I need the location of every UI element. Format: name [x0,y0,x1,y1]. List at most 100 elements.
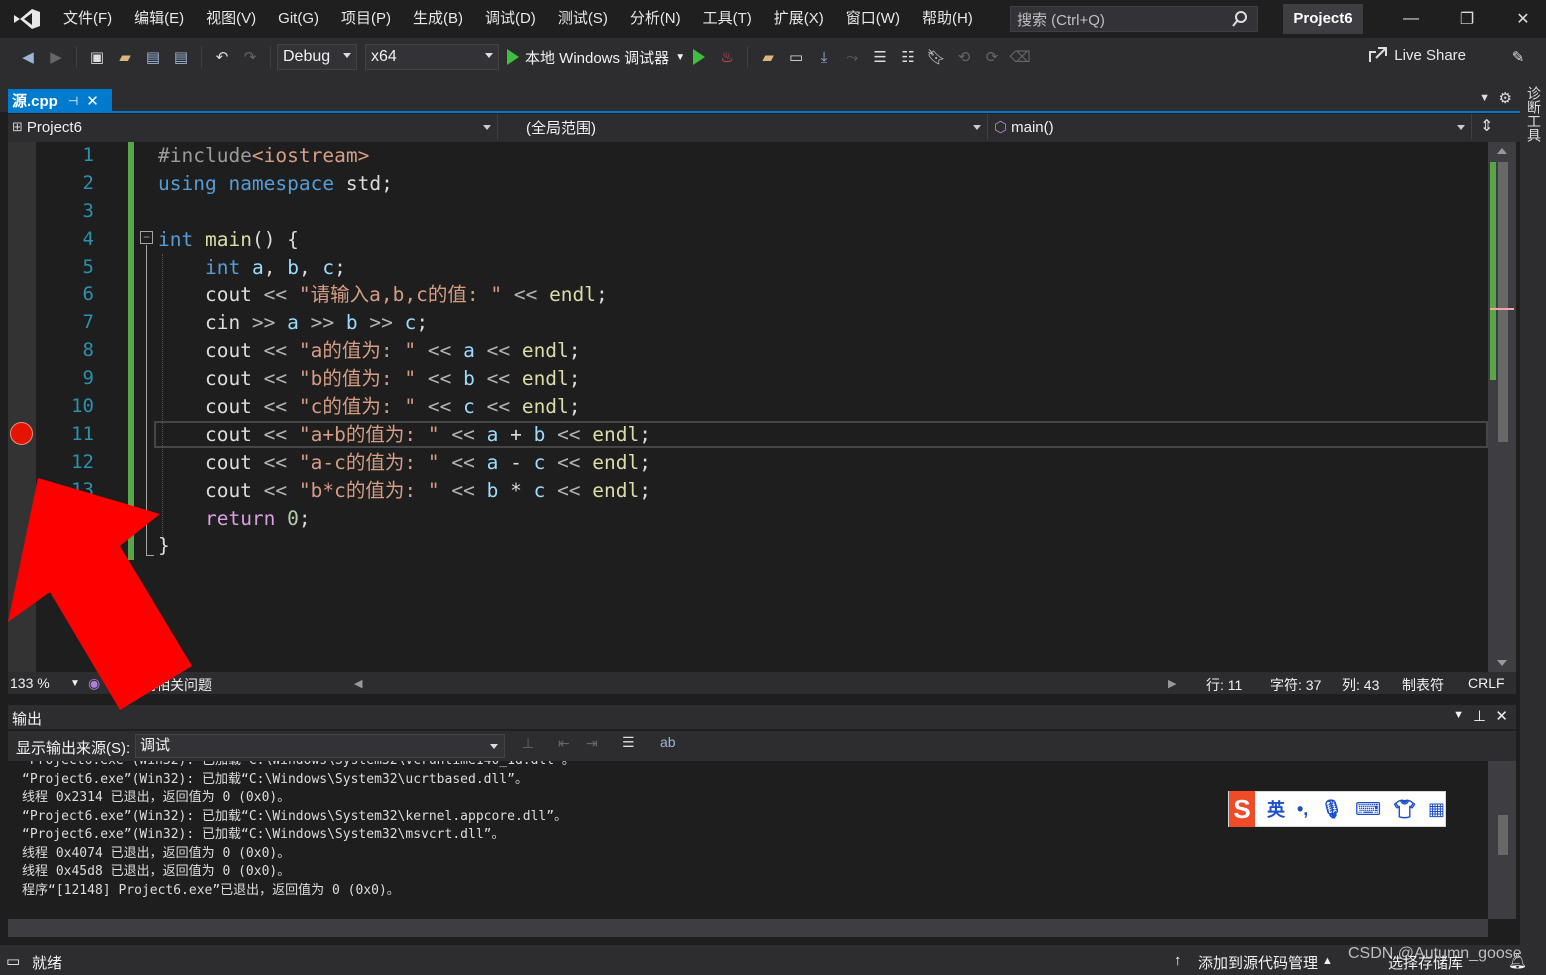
step-over-icon[interactable]: ⤳ [840,45,864,69]
menu-edit[interactable]: 编辑(E) [123,0,195,38]
menu-debug[interactable]: 调试(D) [474,0,547,38]
code-line[interactable]: cout << "请输入a,b,c的值: " << endl; [158,281,1488,309]
hot-reload-icon[interactable]: ♨ [715,45,739,69]
code-line[interactable]: cout << "b的值为: " << b << endl; [158,365,1488,393]
navigate-forward-icon[interactable]: ▶ [44,45,68,69]
scroll-down-icon[interactable] [1497,660,1507,666]
document-tab[interactable]: 源.cpp ⊣ ✕ [8,89,112,112]
eol-indicator[interactable]: CRLF [1468,675,1505,691]
skin-icon[interactable]: 👕︎ [1393,799,1416,820]
menu-build[interactable]: 生成(B) [402,0,474,38]
project-nav-select[interactable]: ⊞ Project6 [8,114,498,140]
panel-options-icon[interactable]: ▼ [1453,709,1464,721]
microphone-icon[interactable]: 🎙︎ [1320,799,1343,820]
restore-button[interactable]: ❐ [1442,0,1492,38]
code-line[interactable]: } [158,532,1488,560]
next-message-icon[interactable]: ⇥ [586,735,598,752]
code-editor[interactable]: 1 2 3 4 5 6 7 8 9 10 11 12 13 14 15 − #i… [8,142,1516,672]
editor-vertical-scrollbar[interactable] [1488,142,1516,672]
start-debugging-button[interactable]: 本地 Windows 调试器 ▼ [507,47,685,68]
save-icon[interactable]: ▤ [141,45,165,69]
menu-view[interactable]: 视图(V) [195,0,267,38]
col-indicator[interactable]: 列: 43 [1342,675,1379,695]
line-indicator[interactable]: 行: 11 [1206,675,1242,695]
output-horizontal-scrollbar[interactable] [8,919,1488,937]
toolbox-icon[interactable]: ▦ [1428,799,1445,820]
close-window-button[interactable]: ✕ [1498,0,1546,38]
member-nav-select[interactable]: ⬡ main() [988,114,1472,140]
tab-mode-indicator[interactable]: 制表符 [1402,675,1444,695]
browse-folder-icon[interactable]: ▰ [756,45,780,69]
start-without-debugging-icon[interactable] [693,49,706,65]
live-share-button[interactable]: Live Share [1368,46,1466,64]
close-panel-icon[interactable]: ✕ [1495,707,1508,725]
menu-extensions[interactable]: 扩展(X) [763,0,835,38]
close-tab-icon[interactable]: ✕ [86,92,99,110]
save-all-icon[interactable]: ▤ [169,45,193,69]
code-line[interactable]: cout << "a+b的值为: " << a + b << endl; [158,421,1488,449]
next-bookmark-icon[interactable]: ⟳ [980,45,1004,69]
ime-toolbar[interactable]: S 英 •, 🎙︎ ⌨ 👕︎ ▦ [1228,791,1446,827]
code-text[interactable]: #include<iostream> using namespace std; i… [158,142,1488,560]
word-wrap-icon[interactable]: ab [660,734,676,750]
output-text-area[interactable]: “Project6.exe”(Win32): 已加载“C:\Windows\Sy… [8,761,1516,919]
solution-configuration-select[interactable]: Debug [277,44,357,70]
menu-analyze[interactable]: 分析(N) [619,0,692,38]
minimize-button[interactable]: — [1386,0,1436,38]
redo-icon[interactable]: ↷ [238,45,262,69]
code-line[interactable]: using namespace std; [158,170,1488,198]
pin-icon[interactable]: ⊥ [1473,707,1486,725]
clear-all-icon[interactable]: ☰ [622,734,635,751]
notifications-icon[interactable]: 🔔︎ [1508,952,1527,970]
punctuation-icon[interactable]: •, [1297,799,1308,820]
prev-bookmark-icon[interactable]: ⟲ [952,45,976,69]
scope-nav-select[interactable]: (全局范围) [498,114,988,140]
ime-language-toggle[interactable]: 英 [1267,796,1285,822]
split-editor-icon[interactable]: ⇕ [1480,114,1493,142]
output-vertical-scrollbar[interactable] [1488,761,1516,919]
step-into-icon[interactable]: ⤓ [812,45,836,69]
solution-platform-select[interactable]: x64 [365,44,499,70]
menu-window[interactable]: 窗口(W) [835,0,911,38]
uncomment-icon[interactable]: ☷ [896,45,920,69]
scroll-right-icon[interactable]: ▶ [1168,677,1176,690]
code-line[interactable]: return 0; [158,505,1488,533]
code-line[interactable]: cout << "c的值为: " << c << endl; [158,393,1488,421]
scrollbar-thumb[interactable] [1498,815,1508,855]
prev-message-icon[interactable]: ⇤ [558,735,570,752]
output-source-select[interactable]: 调试 [135,734,505,758]
code-line[interactable]: cout << "a-c的值为: " << a - c << endl; [158,449,1488,477]
code-line[interactable]: cin >> a >> b >> c; [158,309,1488,337]
open-file-icon[interactable]: ▰ [113,45,137,69]
diagnostic-tools-tab[interactable]: 诊断工具 [1524,86,1544,142]
find-message-icon[interactable]: ⊥ [522,735,534,752]
select-repository-button[interactable]: 选择存储库 [1388,952,1463,973]
new-project-icon[interactable]: ▣ [85,45,109,69]
code-line[interactable]: int main() { [158,226,1488,254]
collapse-icon[interactable]: − [140,231,153,244]
scroll-left-icon[interactable]: ◀ [354,677,362,690]
feedback-icon[interactable]: ✎ [1506,45,1530,69]
navigate-back-icon[interactable]: ◀ [16,45,40,69]
menu-help[interactable]: 帮助(H) [911,0,984,38]
add-to-source-control-button[interactable]: 添加到源代码管理 [1198,952,1318,973]
breakpoint-icon[interactable] [10,422,33,445]
menu-git[interactable]: Git(G) [267,0,330,38]
gear-icon[interactable]: ⚙ [1499,89,1512,107]
menu-test[interactable]: 测试(S) [547,0,619,38]
scroll-up-icon[interactable] [1497,148,1507,154]
undo-icon[interactable]: ↶ [210,45,234,69]
clear-bookmarks-icon[interactable]: ⌫ [1008,45,1032,69]
code-line[interactable]: cout << "b*c的值为: " << b * c << endl; [158,477,1488,505]
window-layout-icon[interactable]: ▭ [784,45,808,69]
tab-list-dropdown-icon[interactable]: ▼ [1479,92,1490,104]
menu-file[interactable]: 文件(F) [52,0,123,38]
search-input[interactable]: 搜索 (Ctrl+Q) [1010,6,1258,32]
sogou-logo-icon[interactable]: S [1229,791,1255,827]
menu-tools[interactable]: 工具(T) [692,0,763,38]
code-line[interactable] [158,198,1488,226]
pin-icon[interactable]: ⊣ [68,94,78,108]
bookmark-icon[interactable]: 🔖︎ [924,45,948,69]
keyboard-icon[interactable]: ⌨ [1355,799,1381,820]
code-line[interactable]: cout << "a的值为: " << a << endl; [158,337,1488,365]
